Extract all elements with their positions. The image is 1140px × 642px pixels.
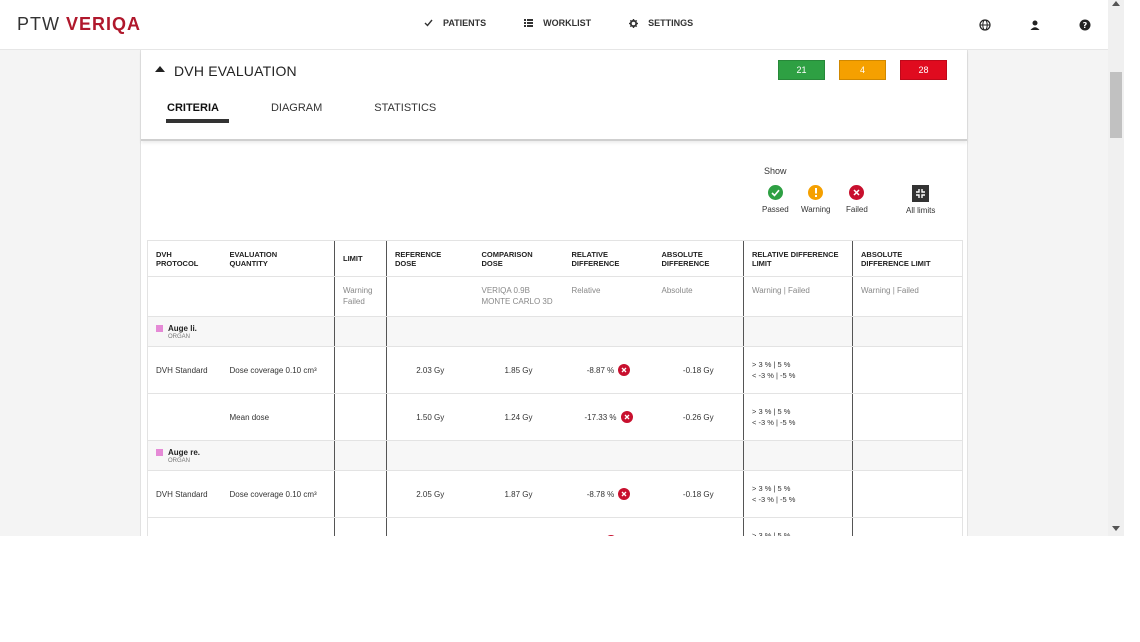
scroll-down-arrow-icon[interactable] xyxy=(1112,526,1120,531)
app-viewport: PTW VERIQA PATIENTS WORKLIST SETTINGS ? xyxy=(0,0,1108,536)
col-relative-difference[interactable]: RELATIVE DIFFERENCE xyxy=(563,240,654,277)
col-relative-difference-limit[interactable]: RELATIVE DIFFERENCE LIMIT xyxy=(743,240,853,277)
compress-icon xyxy=(912,185,930,202)
organ-row[interactable]: Auge re. ORGAN xyxy=(147,440,963,471)
collapse-caret-icon[interactable] xyxy=(155,66,165,72)
filter-passed-label: Passed xyxy=(762,205,789,214)
list-icon xyxy=(524,19,534,27)
organ-color-swatch xyxy=(156,324,163,332)
organ-row[interactable]: Auge li. ORGAN xyxy=(147,316,963,347)
limit-sub: Warning Failed xyxy=(334,276,387,317)
col-limit[interactable]: LIMIT xyxy=(334,240,387,277)
globe-icon[interactable] xyxy=(979,19,991,31)
organ-color-swatch xyxy=(156,448,163,456)
svg-text:?: ? xyxy=(1083,21,1088,30)
organ-name: Auge li. xyxy=(156,324,326,333)
table-header-row: DVH PROTOCOL EVALUATION QUANTITY LIMIT REF… xyxy=(147,240,963,277)
passed-check-icon xyxy=(767,185,783,200)
table-row[interactable]: > 3 % | 5 %< -3 % | -5 % xyxy=(147,517,963,536)
failed-x-icon xyxy=(618,364,631,376)
filter-warning-label: Warning xyxy=(801,205,831,214)
help-icon[interactable]: ? xyxy=(1079,19,1091,31)
comparison-sub: VERIQA 0.9B MONTE CARLO 3D xyxy=(473,276,564,317)
filter-failed[interactable]: Failed xyxy=(846,185,868,214)
user-icon[interactable] xyxy=(1029,19,1041,31)
filter-all-limits[interactable]: All limits xyxy=(906,185,935,215)
nav-worklist-label: WORKLIST xyxy=(543,18,592,28)
rel-diff-sub: Relative xyxy=(563,276,654,317)
gear-icon xyxy=(629,18,639,28)
logo-veriqa: VERIQA xyxy=(66,14,142,34)
nav-patients-label: PATIENTS xyxy=(443,18,487,28)
warning-count: 4 xyxy=(859,65,865,75)
nav-patients[interactable]: PATIENTS xyxy=(424,18,486,28)
failed-x-icon xyxy=(849,185,865,200)
nav-settings[interactable]: SETTINGS xyxy=(629,18,693,28)
top-header: PTW VERIQA PATIENTS WORKLIST SETTINGS ? xyxy=(0,0,1108,50)
organ-name: Auge re. xyxy=(156,448,326,457)
col-comparison-dose[interactable]: COMPARISON DOSE xyxy=(473,240,564,277)
filter-failed-label: Failed xyxy=(846,205,868,214)
failed-x-icon xyxy=(618,488,631,500)
filter-all-limits-label: All limits xyxy=(906,206,936,215)
nav-settings-label: SETTINGS xyxy=(648,18,694,28)
passed-count: 21 xyxy=(796,65,807,75)
col-reference-dose[interactable]: REFERENCE DOSE xyxy=(386,240,474,277)
show-label: Show xyxy=(764,166,787,176)
header-actions: ? xyxy=(979,19,1108,31)
logo-ptw: PTW xyxy=(17,14,60,34)
passed-count-badge[interactable]: 21 xyxy=(778,60,825,80)
abs-limit-sub: Warning | Failed xyxy=(852,276,963,317)
table-row[interactable]: DVH Standard Dose coverage 0.10 cm³ 2.03… xyxy=(147,346,963,394)
col-absolute-difference[interactable]: ABSOLUTE DIFFERENCE xyxy=(653,240,744,277)
col-dvh-protocol[interactable]: DVH PROTOCOL xyxy=(147,240,222,277)
table-subheader-row: Warning Failed VERIQA 0.9B MONTE CARLO 3D … xyxy=(147,276,963,317)
dvh-evaluation-card: DVH EVALUATION 21 4 28 CRITERIA DIAGRAM … xyxy=(140,50,968,536)
blank-area xyxy=(0,536,1140,642)
nav-worklist[interactable]: WORKLIST xyxy=(524,18,591,28)
check-icon xyxy=(424,19,433,27)
rel-limit-sub: Warning | Failed xyxy=(743,276,853,317)
card-title: DVH EVALUATION xyxy=(174,63,297,79)
col-absolute-difference-limit[interactable]: ABSOLUTE DIFFERENCE LIMIT xyxy=(852,240,963,277)
organ-type: ORGAN xyxy=(168,457,191,464)
card-header: DVH EVALUATION 21 4 28 CRITERIA DIAGRAM … xyxy=(141,50,967,141)
tab-diagram[interactable]: DIAGRAM xyxy=(271,102,322,114)
tab-bar: CRITERIA DIAGRAM STATISTICS xyxy=(166,102,488,123)
tab-criteria[interactable]: CRITERIA xyxy=(166,102,229,123)
failed-count-badge[interactable]: 28 xyxy=(900,60,947,80)
table-row[interactable]: Mean dose 1.50 Gy 1.24 Gy -17.33 % -0.26… xyxy=(147,393,963,441)
table-row[interactable]: DVH Standard Dose coverage 0.10 cm³ 2.05… xyxy=(147,470,963,518)
organ-type: ORGAN xyxy=(168,333,191,340)
main-nav: PATIENTS WORKLIST SETTINGS xyxy=(424,18,731,28)
col-evaluation-quantity[interactable]: EVALUATION QUANTITY xyxy=(221,240,335,277)
failed-x-icon xyxy=(620,411,633,423)
ptw-veriqa-logo[interactable]: PTW VERIQA xyxy=(17,14,141,35)
warning-exclamation-icon xyxy=(808,185,824,200)
warning-count-badge[interactable]: 4 xyxy=(839,60,886,80)
scroll-thumb[interactable] xyxy=(1110,72,1122,138)
filter-passed[interactable]: Passed xyxy=(762,185,789,214)
vertical-scrollbar[interactable] xyxy=(1108,0,1124,536)
tab-statistics[interactable]: STATISTICS xyxy=(374,102,436,114)
abs-diff-sub: Absolute xyxy=(653,276,744,317)
scroll-up-arrow-icon[interactable] xyxy=(1112,1,1120,6)
dvh-criteria-table: DVH PROTOCOL EVALUATION QUANTITY LIMIT REF… xyxy=(147,240,963,536)
filter-warning[interactable]: Warning xyxy=(801,185,831,214)
failed-count: 28 xyxy=(918,65,929,75)
